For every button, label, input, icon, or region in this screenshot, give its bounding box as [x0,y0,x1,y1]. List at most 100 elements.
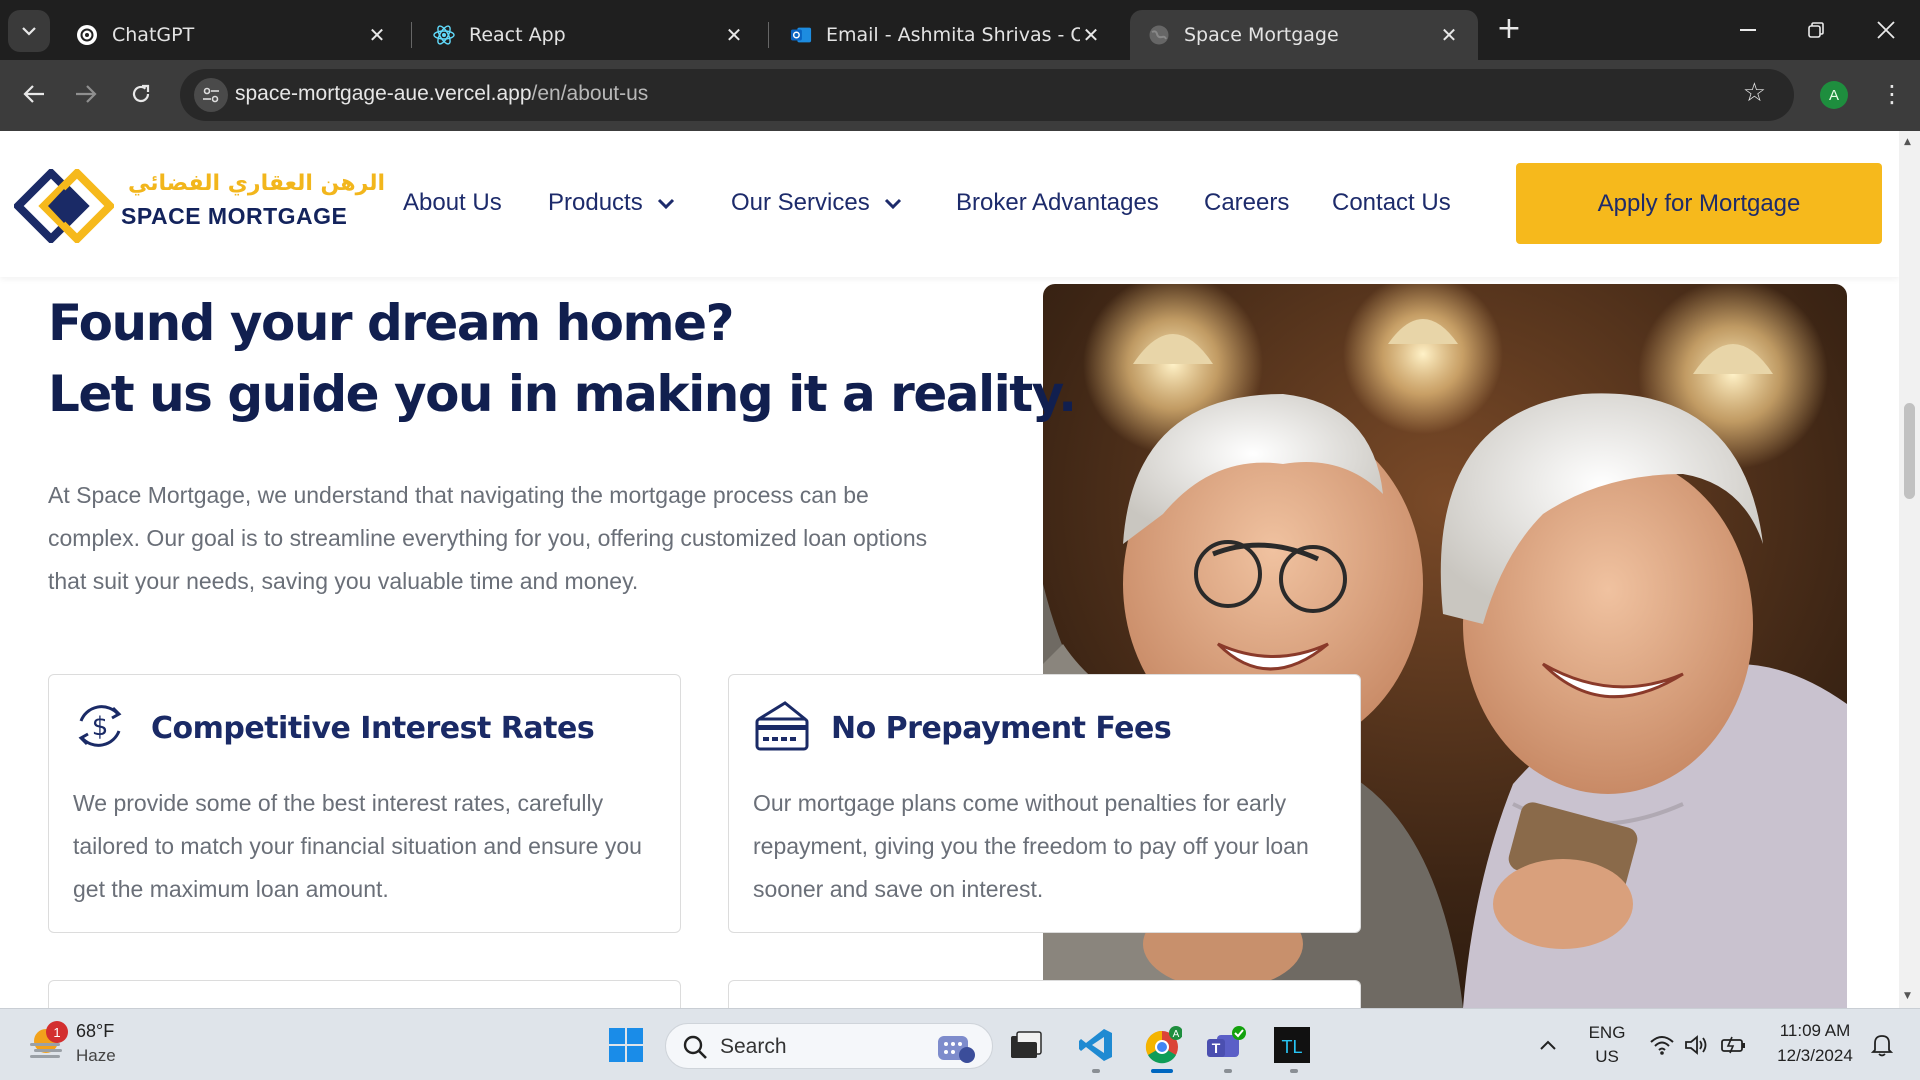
weather-temperature: 68°F [76,1021,115,1041]
tab-divider [768,22,769,48]
nav-products-label: Products [548,189,643,216]
reload-icon [132,84,150,103]
chevron-down-icon [657,189,675,217]
input-language-line1[interactable]: ENG [1585,1023,1629,1043]
outlook-icon [790,24,812,46]
tab-space-mortgage[interactable]: Space Mortgage ✕ [1130,10,1478,60]
tab-title: ChatGPT [112,24,195,46]
tab-outlook[interactable]: Email - Ashmita Shrivas - Outlo ✕ [772,10,1120,60]
close-window-button[interactable] [1856,10,1916,50]
feature-description: Our mortgage plans come without penaltie… [753,790,1309,902]
tab-title: Space Mortgage [1184,24,1339,46]
feature-description: We provide some of the best interest rat… [73,790,642,902]
weather-description: Haze [76,1046,116,1065]
feature-card-interest-rates: $ Competitive Interest Rates We provide … [48,674,681,933]
nav-about-us[interactable]: About Us [403,189,502,217]
page-viewport: الرهن العقاري الفضائي SPACE MORTGAGE Abo… [0,131,1899,1008]
logo-english-text: SPACE MORTGAGE [121,203,348,229]
globe-icon [1148,24,1170,46]
tab-chatgpt[interactable]: ChatGPT ✕ [58,10,406,60]
close-icon[interactable]: ✕ [1080,23,1102,47]
chevron-down-icon [22,27,36,36]
battery-icon[interactable] [1712,1023,1756,1067]
svg-text:TL: TL [1281,1037,1302,1057]
close-icon [1877,21,1895,39]
nav-careers[interactable]: Careers [1204,189,1289,217]
active-indicator [1151,1069,1173,1073]
feature-card-partial [728,980,1361,1008]
address-bar[interactable]: space-mortgage-aue.vercel.app/en/about-u… [180,69,1794,121]
calendar-widget-icon [938,1036,975,1063]
teams-icon[interactable]: T [1204,1023,1248,1067]
url-domain: space-mortgage-aue.vercel.app [235,82,532,105]
clock-date[interactable]: 12/3/2024 [1765,1046,1865,1066]
site-header: الرهن العقاري الفضائي SPACE MORTGAGE Abo… [0,131,1899,277]
feature-title: No Prepayment Fees [831,711,1172,746]
apply-for-mortgage-button[interactable]: Apply for Mortgage [1516,163,1882,244]
react-icon [433,24,455,46]
url-path: /en/about-us [531,82,649,105]
windows-taskbar: 1 68°F Haze Search A T TL ENG US 11:09 A [0,1008,1920,1080]
chevron-up-icon[interactable] [1526,1023,1570,1067]
taskbar-search-box[interactable]: Search [665,1023,993,1069]
notification-bell-icon[interactable] [1860,1023,1904,1067]
credit-card-icon [753,699,811,757]
back-button[interactable] [14,74,54,114]
minimize-button[interactable] [1718,10,1778,50]
page-scrollbar[interactable]: ▲ ▼ [1899,131,1920,1008]
svg-text:$: $ [92,712,109,742]
clock-time[interactable]: 11:09 AM [1765,1021,1865,1041]
new-tab-button[interactable]: + [1494,14,1524,46]
nav-broker-advantages[interactable]: Broker Advantages [956,189,1159,217]
tab-search-button[interactable] [8,10,50,52]
close-icon[interactable]: ✕ [366,23,388,47]
chrome-icon[interactable]: A [1140,1023,1184,1067]
running-indicator [1290,1069,1298,1073]
restore-icon [1808,22,1824,38]
tab-title: Email - Ashmita Shrivas - Outlo [826,24,1080,46]
profile-avatar[interactable]: A [1820,81,1848,109]
browser-tab-strip: ChatGPT ✕ React App ✕ Email - Ashmita Sh… [0,0,1920,60]
bookmark-star-icon[interactable]: ☆ [1743,78,1766,108]
scroll-down-icon[interactable]: ▼ [1904,991,1911,1001]
feature-title: Competitive Interest Rates [151,711,595,746]
hero-heading-line-2: Let us guide you in making it a reality. [48,365,1077,423]
more-menu-icon[interactable]: ⋮ [1880,80,1904,108]
minimize-icon [1740,29,1756,31]
windows-start-icon[interactable] [604,1023,648,1067]
hero-description: At Space Mortgage, we understand that na… [48,482,928,594]
close-icon[interactable]: ✕ [723,23,745,47]
space-mortgage-logo-icon[interactable] [12,167,116,247]
input-language-line2[interactable]: US [1585,1047,1629,1067]
terminal-app-icon[interactable]: TL [1270,1023,1314,1067]
svg-text:A: A [1173,1029,1180,1040]
nav-products[interactable]: Products [548,189,675,217]
browser-toolbar: space-mortgage-aue.vercel.app/en/about-u… [0,60,1920,131]
nav-contact-us[interactable]: Contact Us [1332,189,1451,217]
vscode-icon[interactable] [1074,1023,1118,1067]
chevron-down-icon [884,189,902,217]
url-text[interactable]: space-mortgage-aue.vercel.app/en/about-u… [235,82,648,106]
running-indicator [1092,1069,1100,1073]
taskbar-search-label: Search [720,1035,787,1058]
forward-button[interactable] [66,74,106,114]
file-explorer-icon[interactable] [1004,1023,1048,1067]
site-info-icon[interactable] [194,78,228,112]
hero-heading: Found your dream home? Let us guide you … [48,288,1077,430]
restore-button[interactable] [1786,10,1846,50]
close-icon[interactable]: ✕ [1438,23,1460,47]
nav-services-label: Our Services [731,189,870,216]
scrollbar-thumb[interactable] [1904,403,1915,499]
feature-card-partial [48,980,681,1008]
weather-badge: 1 [46,1021,68,1043]
hero-heading-line-1: Found your dream home? [48,294,735,352]
logo-arabic-text: الرهن العقاري الفضائي [128,171,386,196]
feature-card-no-prepayment: No Prepayment Fees Our mortgage plans co… [728,674,1361,933]
nav-our-services[interactable]: Our Services [731,189,902,217]
tab-divider [411,22,412,48]
scroll-up-icon[interactable]: ▲ [1904,137,1911,147]
reload-button[interactable] [121,74,161,114]
tab-react-app[interactable]: React App ✕ [415,10,763,60]
svg-text:T: T [1212,1040,1221,1056]
tab-title: React App [469,24,566,46]
